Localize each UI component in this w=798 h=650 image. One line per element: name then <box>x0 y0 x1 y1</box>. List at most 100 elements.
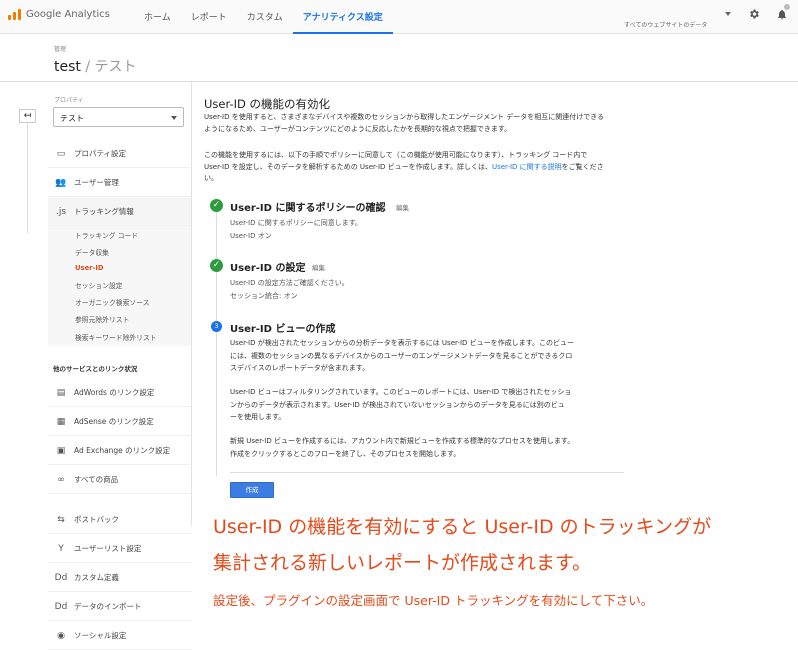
step-title: User-ID ビューの作成 <box>230 324 336 335</box>
users-icon: 👥 <box>55 177 67 188</box>
instructions-line: い。 <box>204 174 218 182</box>
sidebar-item-label: ソーシャル設定 <box>74 631 127 640</box>
page-title: test / テスト <box>54 56 137 76</box>
step-paragraph: User-ID ビューはフィルタリングされています。このビューのレポートには、U… <box>230 386 626 424</box>
chevron-down-icon <box>171 116 177 120</box>
step-description: User-ID に関するポリシーに同意します。 User-ID オン <box>230 217 362 242</box>
sidebar-item-label: カスタム定義 <box>74 573 119 582</box>
intro-paragraph: User-ID を使用すると、さまざまなデバイスや複数のセッションから取得したエ… <box>204 112 666 135</box>
section-title: User-ID の機能の有効化 <box>204 97 331 111</box>
breadcrumb[interactable]: 管理 <box>54 44 66 53</box>
steps-connector <box>216 212 217 476</box>
sidebar-subitem-data-collection[interactable]: データ収集 <box>75 247 109 257</box>
main-nav: ホーム レポート カスタム アナリティクス設定 <box>144 0 393 34</box>
sidebar-item-user-management[interactable]: 👥 ユーザー管理 <box>48 169 192 197</box>
sidebar-item-social-settings[interactable]: ◉ ソーシャル設定 <box>48 622 192 650</box>
sidebar-subitem-referral-exclusion[interactable]: 参照元除外リスト <box>75 314 129 324</box>
step-paragraph: User-ID が検出されたセッションからの分析データを表示するには User-… <box>230 337 626 375</box>
property-label: プロパティ <box>54 97 84 104</box>
gear-icon[interactable] <box>748 8 760 20</box>
step-line: User-ID ビューはフィルタリングされています。このビューのレポートには、U… <box>230 388 572 396</box>
sidebar-item-property-settings[interactable]: ▭ プロパティ設定 <box>48 140 192 168</box>
step-desc-line: User-ID に関するポリシーに同意します。 <box>230 219 363 227</box>
notification-badge <box>784 4 790 10</box>
page-header: 管理 test / テスト <box>0 34 798 82</box>
step-title: User-ID に関するポリシーの確認 <box>230 203 386 214</box>
analytics-logo-icon <box>8 9 21 20</box>
instructions-paragraph: この機能を使用するには、以下の手順でポリシーに同意して（この機能が使用可能になり… <box>204 150 666 185</box>
sidebar-item-tracking-info[interactable]: .js トラッキング情報 <box>48 198 192 226</box>
instructions-text: をご覧くださ <box>561 162 604 171</box>
step-description: User-ID の設定方法ご確認ください。 セッション統合: オン <box>230 277 349 302</box>
sidebar-rail <box>27 123 28 233</box>
intro-line: User-ID を使用すると、さまざまなデバイスや複数のセッションから取得したエ… <box>204 113 605 121</box>
sidebar-item-label: Ad Exchange のリンク設定 <box>74 446 171 455</box>
annotation-line-3: 設定後、プラグインの設定画面で User-ID トラッキングを有効にして下さい。 <box>213 593 654 608</box>
account-selector[interactable]: すべてのウェブサイトのデータ <box>624 20 707 29</box>
create-button[interactable]: 作成 <box>230 482 274 498</box>
chevron-down-icon[interactable] <box>725 12 731 16</box>
link-icon: ∞ <box>57 474 65 485</box>
account-name: test <box>54 59 81 75</box>
sidebar-item-label: ユーザー管理 <box>74 178 119 187</box>
sidebar-item-label: AdSense のリンク設定 <box>74 417 154 426</box>
back-arrow-icon: ↤ <box>23 111 32 121</box>
js-icon: .js <box>55 206 67 217</box>
step-edit-link[interactable]: 編集 <box>312 262 325 272</box>
google-analytics-logo[interactable]: Google Analytics <box>8 9 110 20</box>
adwords-icon: ▤ <box>56 387 66 398</box>
sidebar-subitem-organic-search-sources[interactable]: オーガニック検索ソース <box>75 297 149 307</box>
instructions-text: User-ID を設定し、そのデータを解析するための User-ID ビューを作… <box>204 162 492 171</box>
sidebar-item-audience-definitions[interactable]: Y ユーザーリスト設定 <box>48 535 192 563</box>
property-select[interactable]: テスト <box>53 107 184 127</box>
sidebar-item-label: プロパティ設定 <box>74 149 127 158</box>
step-edit-link[interactable]: 編集 <box>396 202 409 212</box>
property-name: / テスト <box>85 59 137 75</box>
user-id-help-link[interactable]: User-ID に関する説明 <box>492 163 562 171</box>
audience-icon: Y <box>58 543 64 554</box>
sidebar-item-custom-definitions[interactable]: Dd カスタム定義 <box>48 564 192 592</box>
sidebar-item-postbacks[interactable]: ⇆ ポストバック <box>48 506 192 534</box>
sidebar-subitem-tracking-code[interactable]: トラッキング コード <box>75 230 138 240</box>
sidebar-item-adsense-linking[interactable]: ▦ AdSense のリンク設定 <box>48 408 192 436</box>
step-line: 作成をクリックするとこのフローを終了し、そのプロセスを開始します。 <box>230 449 461 458</box>
sidebar-subitem-user-id[interactable]: User-ID <box>75 264 104 272</box>
step-line: 新規 User-ID ビューを作成するには、アカウント内で新規ビューを作成する標… <box>230 437 575 445</box>
step-line: User-ID が検出されたセッションからの分析データを表示するには User-… <box>230 339 574 347</box>
step-line: スデバイスのレポートデータが含まれます。 <box>230 364 370 372</box>
nav-reports[interactable]: レポート <box>181 0 237 34</box>
property-settings-icon: ▭ <box>56 148 66 159</box>
step-desc-line: User-ID の設定方法ご確認ください。 <box>230 279 349 287</box>
sidebar-item-data-import[interactable]: Dd データのインポート <box>48 593 192 621</box>
postback-icon: ⇆ <box>57 514 65 525</box>
annotation-line-2: 集計される新しいレポートが作成されます。 <box>213 552 592 574</box>
step-line: には、複数のセッションの異なるデバイスからのユーザーのエンゲージメントデータを見… <box>230 351 573 360</box>
divider <box>230 472 624 473</box>
sidebar-item-ad-exchange-linking[interactable]: ▣ Ad Exchange のリンク設定 <box>48 437 192 465</box>
step-number-badge: 3 <box>211 321 222 332</box>
step-desc-line: セッション統合: オン <box>230 291 298 300</box>
sidebar-divider <box>191 82 192 526</box>
instructions-line: User-ID を設定し、そのデータを解析するための User-ID ビューを作… <box>204 162 666 174</box>
adsense-icon: ▦ <box>56 416 66 427</box>
nav-custom[interactable]: カスタム <box>237 0 293 34</box>
nav-admin[interactable]: アナリティクス設定 <box>292 0 393 34</box>
check-icon: ✓ <box>210 259 223 272</box>
step-desc-line: User-ID オン <box>230 231 272 240</box>
instructions-line: この機能を使用するには、以下の手順でポリシーに同意して（この機能が使用可能になり… <box>204 151 588 159</box>
data-import-icon: Dd <box>54 601 68 612</box>
step-line: ーを使用します。 <box>230 413 286 421</box>
step-line: ンからのデータが表示されます。User-ID が検出されていないセッションからの… <box>230 400 565 409</box>
sidebar-subitem-session-settings[interactable]: セッション設定 <box>75 280 123 290</box>
sidebar-item-all-products[interactable]: ∞ すべての商品 <box>48 466 192 494</box>
intro-line: ようになるため、ユーザーがコンテンツにどのように反応したかを長期的な視点で把握で… <box>204 124 512 133</box>
sidebar-subitem-search-term-exclusion[interactable]: 検索キーワード除外リスト <box>75 332 157 342</box>
sidebar-item-adwords-linking[interactable]: ▤ AdWords のリンク設定 <box>48 379 192 407</box>
social-icon: ◉ <box>57 630 65 641</box>
nav-home[interactable]: ホーム <box>144 0 181 34</box>
top-bar: Google Analytics ホーム レポート カスタム アナリティクス設定… <box>0 0 798 34</box>
back-button[interactable]: ↤ <box>19 109 36 123</box>
ad-exchange-icon: ▣ <box>56 445 66 456</box>
check-icon: ✓ <box>210 199 223 212</box>
sidebar-item-label: トラッキング情報 <box>74 207 134 216</box>
